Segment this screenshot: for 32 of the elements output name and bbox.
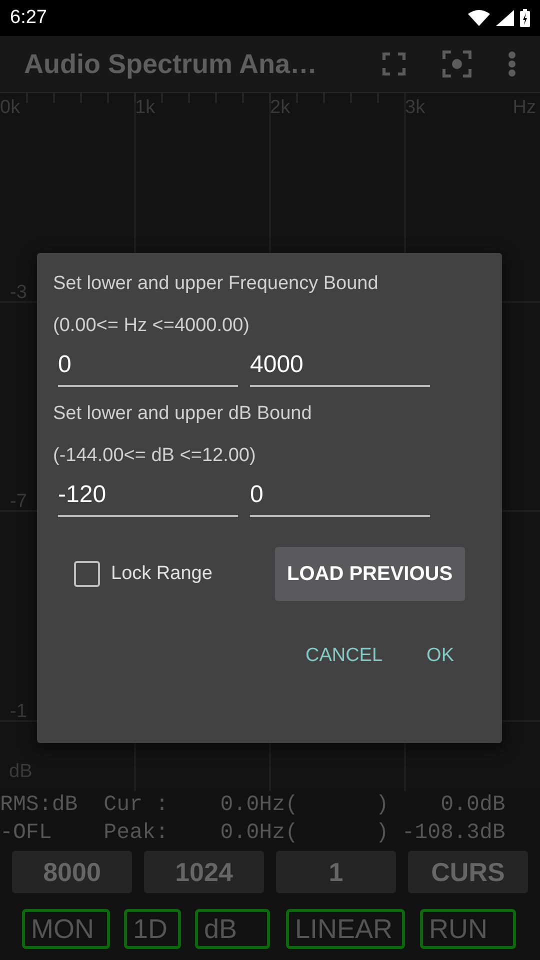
input-field[interactable]: 4000: [250, 347, 430, 387]
checkbox[interactable]: [74, 561, 100, 587]
more-options-icon[interactable]: [508, 51, 516, 77]
readout-line: RMS:dB Cur : 0.0Hz( ) 0.0dB: [0, 792, 506, 819]
signal-icon: [496, 10, 514, 26]
section-title: Set lower and upper dB Bound: [53, 402, 312, 426]
input-field[interactable]: 0: [58, 347, 238, 387]
mode-toggle[interactable]: 1D: [124, 909, 181, 949]
range-hint: (-144.00<= dB <=12.00): [53, 444, 256, 468]
setting-button[interactable]: 1024: [144, 851, 264, 893]
mode-toggle[interactable]: MON: [22, 909, 110, 949]
wifi-icon: [468, 10, 490, 26]
section-title: Set lower and upper Frequency Bound: [53, 272, 378, 296]
setting-button[interactable]: 8000: [12, 851, 132, 893]
setting-button[interactable]: CURS: [408, 851, 528, 893]
readout-line: -OFL Peak: 0.0Hz( ) -108.3dB: [0, 820, 506, 847]
dialog-action-button[interactable]: CANCEL: [293, 637, 395, 675]
mode-toggle[interactable]: LINEAR: [286, 909, 405, 949]
fullscreen-icon[interactable]: [382, 52, 406, 76]
battery-icon: [520, 9, 530, 27]
mode-toggle[interactable]: dB: [195, 909, 270, 949]
dialog-action-button[interactable]: OK: [414, 637, 466, 675]
app-title: Audio Spectrum Ana…: [24, 48, 318, 80]
mode-toggle[interactable]: RUN: [420, 909, 516, 949]
load-previous-button[interactable]: LOAD PREVIOUS: [275, 547, 465, 601]
range-hint: (0.00<= Hz <=4000.00): [53, 314, 250, 338]
clock-time: 6:27: [10, 7, 47, 29]
setting-button[interactable]: 1: [276, 851, 396, 893]
input-field[interactable]: 0: [250, 477, 430, 517]
input-field[interactable]: -120: [58, 477, 238, 517]
capture-icon[interactable]: [442, 50, 472, 78]
checkbox-label: Lock Range: [111, 563, 212, 585]
